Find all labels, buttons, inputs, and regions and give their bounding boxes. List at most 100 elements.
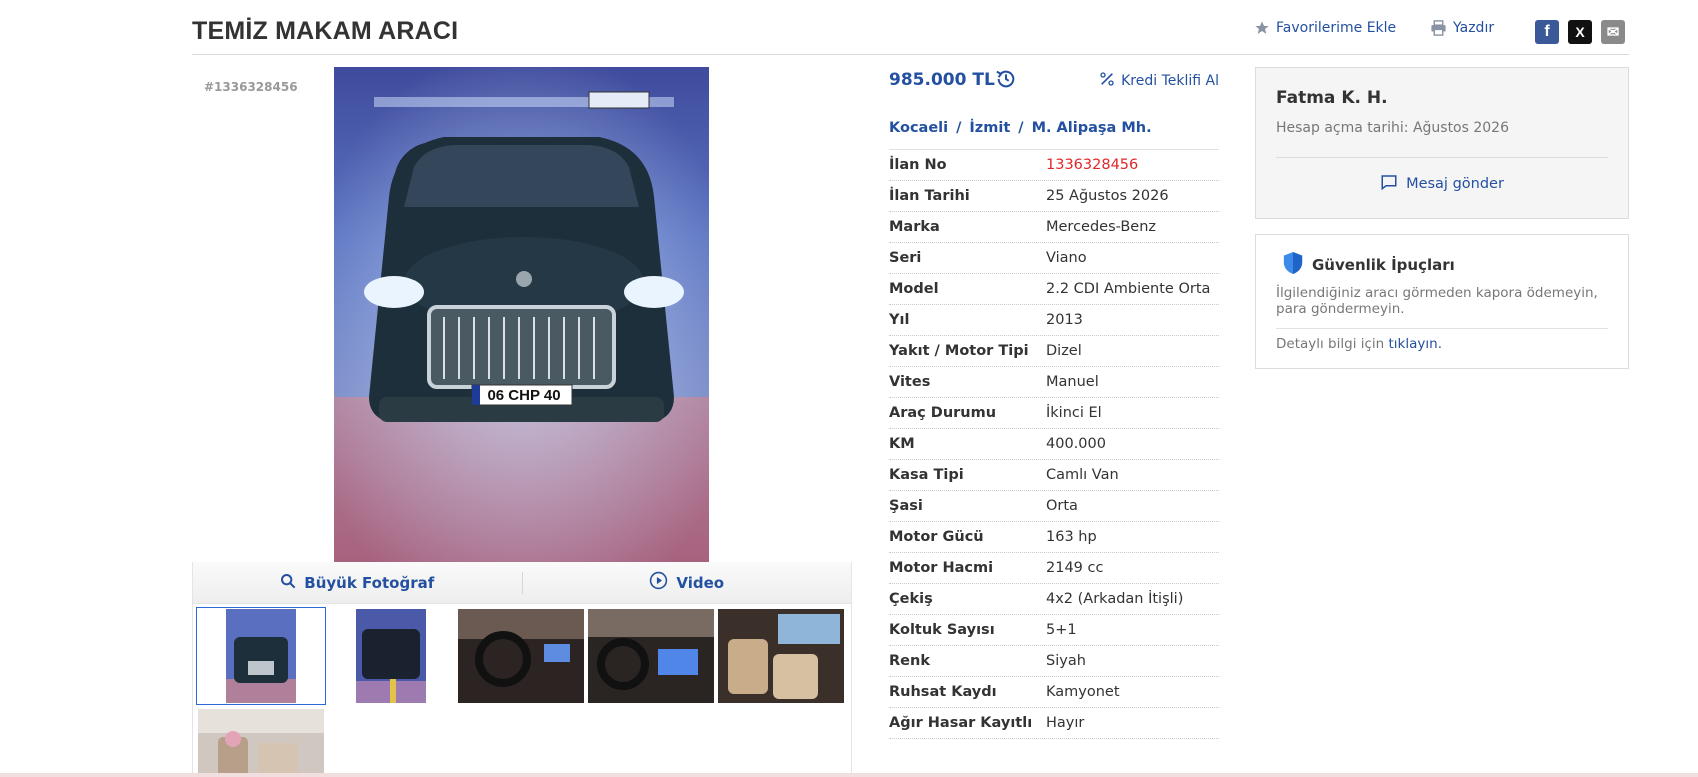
detail-row: Renk Siyah bbox=[889, 646, 1219, 677]
x-share-button[interactable]: X bbox=[1568, 20, 1592, 44]
large-photo-button[interactable]: Büyük Fotoğraf bbox=[193, 573, 522, 593]
detail-value: Orta bbox=[1046, 498, 1078, 514]
detail-label: Motor Hacmi bbox=[889, 560, 994, 576]
bottom-strip bbox=[0, 773, 1698, 777]
detail-value: 5+1 bbox=[1046, 622, 1077, 638]
license-plate: 06 CHP 40 bbox=[487, 387, 560, 404]
x-icon: X bbox=[1575, 24, 1585, 40]
detail-row: Seri Viano bbox=[889, 243, 1219, 274]
add-to-favorites-button[interactable]: Favorilerime Ekle bbox=[1254, 20, 1396, 36]
credit-label: Kredi Teklifi Al bbox=[1121, 73, 1219, 89]
price-history-icon[interactable] bbox=[995, 68, 1017, 94]
seller-name[interactable]: Fatma K. H. bbox=[1276, 88, 1388, 108]
detail-row: Yakıt / Motor Tipi Dizel bbox=[889, 336, 1219, 367]
price-row: 985.000 TL Kredi Teklifi Al bbox=[889, 66, 1219, 94]
printer-icon bbox=[1430, 20, 1447, 36]
shield-icon bbox=[1282, 251, 1304, 279]
safety-tips-card: Güvenlik İpuçları İlgilendiğiniz aracı g… bbox=[1255, 234, 1629, 369]
thumb-interior-cabin[interactable] bbox=[198, 709, 324, 777]
detail-value: Dizel bbox=[1046, 343, 1082, 359]
safety-tips-title: Güvenlik İpuçları bbox=[1282, 251, 1455, 279]
credit-offer-button[interactable]: Kredi Teklifi Al bbox=[1099, 71, 1219, 91]
breadcrumb-district[interactable]: İzmit bbox=[969, 120, 1010, 136]
detail-value: Mercedes-Benz bbox=[1046, 219, 1157, 235]
detail-row: Araç Durumu İkinci El bbox=[889, 398, 1219, 429]
detail-label: Vites bbox=[889, 374, 931, 390]
detail-label: İlan No bbox=[889, 157, 947, 173]
detail-row: Çekiş 4x2 (Arkadan İtişli) bbox=[889, 584, 1219, 615]
detail-label: Araç Durumu bbox=[889, 405, 997, 421]
detail-value: Manuel bbox=[1046, 374, 1099, 390]
main-photo[interactable]: 06 CHP 40 bbox=[334, 67, 709, 562]
thumb-front[interactable] bbox=[196, 607, 326, 705]
percent-icon bbox=[1099, 71, 1115, 91]
listing-details-table: İlan No 1336328456 İlan Tarihi 25 Ağustos 2… bbox=[889, 149, 1219, 739]
email-share-button[interactable]: ✉ bbox=[1601, 20, 1625, 44]
envelope-icon: ✉ bbox=[1606, 24, 1620, 41]
thumb-dashboard[interactable] bbox=[458, 609, 584, 703]
breadcrumb-city[interactable]: Kocaeli bbox=[889, 120, 948, 136]
detail-label: Model bbox=[889, 281, 939, 297]
detail-value: Siyah bbox=[1046, 653, 1086, 669]
detail-row: KM 400.000 bbox=[889, 429, 1219, 460]
facebook-icon: f bbox=[1544, 23, 1550, 40]
page-title: TEMİZ MAKAM ARACI bbox=[192, 17, 459, 45]
detail-label: Marka bbox=[889, 219, 940, 235]
video-label: Video bbox=[676, 573, 725, 592]
detail-value: 2.2 CDI Ambiente Orta bbox=[1046, 281, 1211, 297]
detail-row: Marka Mercedes-Benz bbox=[889, 212, 1219, 243]
detail-value: 25 Ağustos 2026 bbox=[1046, 188, 1169, 204]
thumb-rear[interactable] bbox=[328, 609, 454, 703]
breadcrumb-separator: / bbox=[956, 120, 962, 136]
detail-label: Çekiş bbox=[889, 591, 933, 607]
breadcrumb-neighborhood[interactable]: M. Alipaşa Mh. bbox=[1032, 120, 1152, 136]
seller-since: Hesap açma tarihi: Ağustos 2026 bbox=[1276, 120, 1509, 136]
thumb-interior-seats[interactable] bbox=[718, 609, 844, 703]
detail-label: Ağır Hasar Kayıtlı bbox=[889, 715, 1033, 731]
send-message-label: Mesaj gönder bbox=[1406, 176, 1504, 192]
magnifier-icon bbox=[280, 573, 296, 593]
detail-value: Hayır bbox=[1046, 715, 1085, 731]
facebook-share-button[interactable]: f bbox=[1535, 20, 1559, 44]
detail-value: 400.000 bbox=[1046, 436, 1106, 452]
safety-tips-text: İlgilendiğiniz aracı görmeden kapora öde… bbox=[1276, 285, 1598, 317]
chat-bubble-icon bbox=[1380, 173, 1398, 195]
detail-value: İkinci El bbox=[1046, 405, 1102, 421]
detail-row: Vites Manuel bbox=[889, 367, 1219, 398]
detail-label: Şasi bbox=[889, 498, 923, 514]
detail-value: 2149 cc bbox=[1046, 560, 1104, 576]
print-button[interactable]: Yazdır bbox=[1430, 20, 1494, 36]
divider bbox=[1276, 157, 1608, 158]
safety-more-info: Detaylı bilgi için tıklayın. bbox=[1276, 336, 1442, 352]
play-circle-icon bbox=[649, 571, 668, 594]
detail-row: Ruhsat Kaydı Kamyonet bbox=[889, 677, 1219, 708]
detail-label: Yakıt / Motor Tipi bbox=[889, 343, 1029, 359]
detail-value: Viano bbox=[1046, 250, 1087, 266]
detail-row: Motor Gücü 163 hp bbox=[889, 522, 1219, 553]
detail-value: 1336328456 bbox=[1046, 157, 1139, 173]
seller-card: Fatma K. H. Hesap açma tarihi: Ağustos 2… bbox=[1255, 67, 1629, 219]
send-message-button[interactable]: Mesaj gönder bbox=[1256, 173, 1628, 195]
detail-value: Camlı Van bbox=[1046, 467, 1119, 483]
detail-row: İlan Tarihi 25 Ağustos 2026 bbox=[889, 181, 1219, 212]
favorites-label: Favorilerime Ekle bbox=[1276, 20, 1397, 36]
detail-value: 163 hp bbox=[1046, 529, 1097, 545]
print-label: Yazdır bbox=[1453, 20, 1495, 36]
detail-label: Renk bbox=[889, 653, 930, 669]
thumb-dashboard-screen[interactable] bbox=[588, 609, 714, 703]
listing-id: #1336328456 bbox=[204, 80, 298, 94]
safety-tips-heading: Güvenlik İpuçları bbox=[1312, 256, 1455, 274]
video-button[interactable]: Video bbox=[523, 571, 852, 594]
breadcrumb-separator: / bbox=[1018, 120, 1024, 136]
detail-label: Motor Gücü bbox=[889, 529, 984, 545]
detail-value: 2013 bbox=[1046, 312, 1083, 328]
detail-label: Ruhsat Kaydı bbox=[889, 684, 997, 700]
listing-header: TEMİZ MAKAM ARACI Favorilerime Ekle Yazd… bbox=[192, 0, 1629, 55]
detail-row: İlan No 1336328456 bbox=[889, 150, 1219, 181]
more-info-link[interactable]: tıklayın. bbox=[1389, 336, 1442, 352]
photo-controls: Büyük Fotoğraf Video bbox=[192, 562, 852, 604]
detail-label: Yıl bbox=[889, 312, 910, 328]
detail-row: Kasa Tipi Camlı Van bbox=[889, 460, 1219, 491]
detail-label: Koltuk Sayısı bbox=[889, 622, 995, 638]
detail-value: 4x2 (Arkadan İtişli) bbox=[1046, 591, 1184, 607]
